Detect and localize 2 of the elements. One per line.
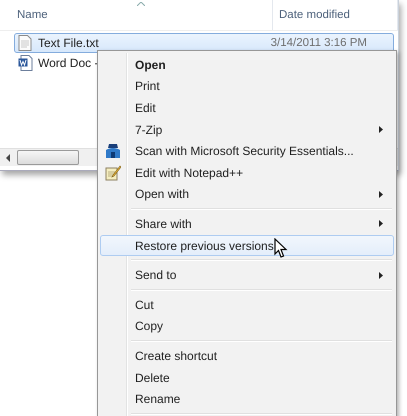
file-date: 3/14/2011 3:16 PM <box>270 37 367 49</box>
file-name: Text File.txt <box>38 36 99 50</box>
